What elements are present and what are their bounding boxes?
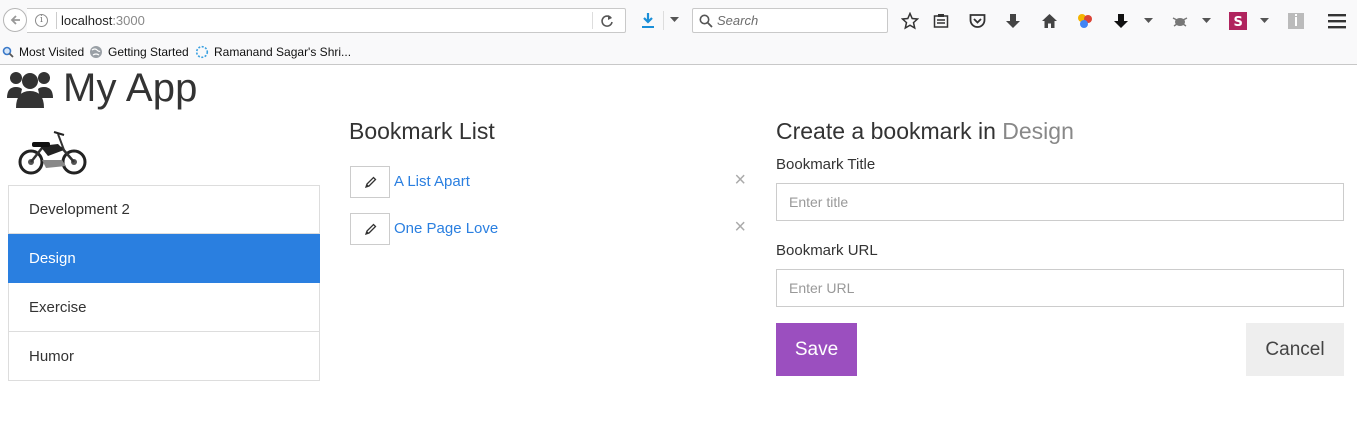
bookmark-label: Ramanand Sagar's Shri... (214, 45, 352, 59)
pocket-icon[interactable] (968, 12, 986, 30)
info-icon[interactable]: i (35, 14, 48, 27)
chevron-down-icon[interactable] (1260, 18, 1269, 24)
url-host: localhost (61, 13, 113, 28)
form-title-prefix: Create a bookmark in (776, 118, 996, 144)
category-label: Development 2 (29, 201, 130, 218)
form-title: Create a bookmark in Design (776, 118, 1074, 145)
delete-bookmark-button[interactable]: × (734, 217, 746, 237)
category-list: Development 2 Design Exercise Humor (8, 185, 320, 381)
url-port: :3000 (112, 13, 145, 28)
bookmark-title-label: Bookmark Title (776, 156, 876, 173)
bookmark-link[interactable]: One Page Love (394, 220, 498, 237)
spinner-icon (195, 45, 209, 59)
bookmarks-toolbar: Most Visited Getting Started Ramanand Sa… (0, 40, 1357, 65)
bookmark-title-input[interactable] (776, 183, 1344, 221)
reload-separator (592, 12, 593, 29)
arrow-down-icon[interactable] (1004, 12, 1022, 30)
search-icon (699, 14, 713, 28)
url-separator (56, 12, 57, 29)
download-separator (663, 11, 664, 30)
bookmark-row: A List Apart × (350, 166, 746, 198)
bookmark-getting-started[interactable]: Getting Started (89, 45, 189, 59)
bookmark-url-input[interactable] (776, 269, 1344, 307)
sidebar-icon[interactable] (1287, 12, 1305, 30)
reload-icon[interactable] (600, 14, 614, 28)
magnifier-icon (2, 46, 14, 58)
download-icon[interactable] (640, 12, 656, 29)
back-icon (10, 15, 20, 25)
search-bar[interactable] (692, 8, 888, 33)
users-icon (7, 71, 53, 108)
url-bar[interactable]: i localhost:3000 (27, 8, 626, 33)
home-icon[interactable] (1040, 12, 1058, 30)
menu-icon[interactable] (1328, 12, 1346, 30)
save-button[interactable]: Save (776, 323, 857, 376)
app-title: My App (63, 66, 198, 110)
edit-bookmark-button[interactable] (350, 213, 390, 245)
bookmark-ramanand-sagar[interactable]: Ramanand Sagar's Shri... (195, 45, 351, 59)
chevron-down-icon[interactable] (1144, 18, 1153, 24)
bookmark-label: Getting Started (108, 45, 189, 59)
bookmark-list-title: Bookmark List (349, 118, 495, 144)
category-item-development-2[interactable]: Development 2 (8, 185, 320, 234)
form-title-category: Design (1002, 118, 1074, 144)
pencil-icon (364, 176, 376, 188)
globe-icon (90, 46, 102, 58)
bookmark-label: Most Visited (19, 45, 85, 59)
bookmark-link[interactable]: A List Apart (394, 173, 470, 190)
pencil-icon (364, 223, 376, 235)
category-label: Design (29, 249, 76, 267)
motorcycle-icon (18, 131, 87, 175)
url-text[interactable]: localhost:3000 (61, 13, 145, 28)
reader-icon[interactable] (932, 12, 950, 30)
chevron-down-icon[interactable] (1202, 18, 1211, 24)
edit-bookmark-button[interactable] (350, 166, 390, 198)
cancel-button[interactable]: Cancel (1246, 323, 1344, 376)
s-icon[interactable]: S (1229, 12, 1247, 30)
bookmark-url-label: Bookmark URL (776, 242, 878, 259)
bookmark-most-visited[interactable]: Most Visited (2, 45, 84, 59)
search-input[interactable] (717, 12, 882, 29)
category-label: Exercise (29, 298, 87, 316)
colors-icon[interactable] (1076, 12, 1094, 30)
category-item-design[interactable]: Design (8, 234, 320, 283)
arrow-down-icon[interactable] (1112, 12, 1130, 30)
chevron-down-icon[interactable] (670, 17, 679, 23)
app-header: My App (7, 66, 198, 111)
browser-toolbar: i localhost:3000 Search S (0, 0, 1357, 40)
star-icon[interactable] (901, 12, 919, 30)
bookmark-row: One Page Love × (350, 213, 746, 245)
bug-icon[interactable] (1171, 12, 1189, 30)
back-button[interactable] (3, 8, 27, 32)
svg-text:S: S (1234, 15, 1243, 30)
category-label: Humor (29, 347, 75, 365)
delete-bookmark-button[interactable]: × (734, 170, 746, 190)
category-item-humor[interactable]: Humor (8, 332, 320, 381)
category-item-exercise[interactable]: Exercise (8, 283, 320, 332)
